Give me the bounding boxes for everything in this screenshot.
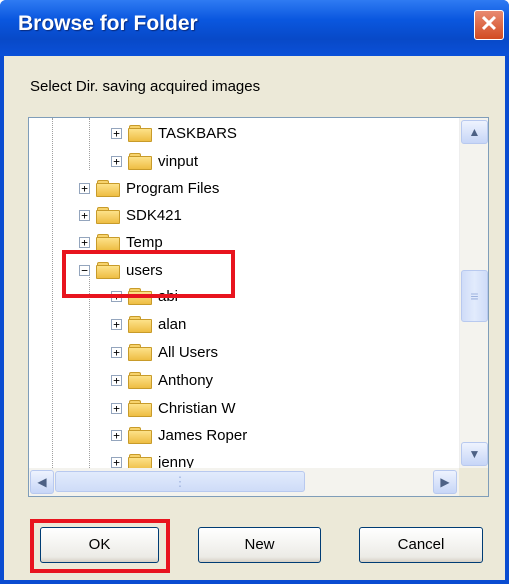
vertical-scrollbar[interactable]: ▲ ≡ ▼: [459, 118, 488, 468]
tree-item[interactable]: + All Users: [111, 339, 218, 365]
collapse-icon[interactable]: −: [79, 264, 90, 276]
cancel-button[interactable]: Cancel: [359, 527, 483, 563]
ok-button[interactable]: OK: [40, 527, 159, 563]
expand-icon[interactable]: +: [79, 182, 90, 194]
folder-icon: [96, 180, 120, 197]
expand-icon[interactable]: +: [111, 429, 122, 441]
tree-item-label[interactable]: users: [126, 262, 163, 279]
tree-line: [52, 118, 53, 468]
tree-item[interactable]: + abi: [111, 283, 178, 309]
grip-icon: ≡: [470, 288, 479, 304]
tree-item[interactable]: + Program Files: [79, 175, 219, 201]
tree-item[interactable]: + vinput: [111, 148, 198, 174]
expand-icon[interactable]: +: [79, 209, 90, 221]
expand-icon[interactable]: +: [79, 236, 90, 248]
horizontal-scroll-thumb[interactable]: ⋮: [55, 471, 305, 492]
folder-icon: [128, 316, 152, 333]
scroll-down-button[interactable]: ▼: [461, 442, 488, 466]
arrow-left-icon: ◀: [37, 475, 47, 489]
tree-line: [89, 118, 90, 170]
expand-icon[interactable]: +: [111, 155, 122, 167]
scroll-left-button[interactable]: ◀: [30, 470, 54, 494]
folder-icon: [96, 234, 120, 251]
grip-icon: ⋮: [173, 474, 187, 489]
tree-item[interactable]: + alan: [111, 311, 186, 337]
tree-item-label[interactable]: Anthony: [158, 372, 213, 389]
tree-item-label[interactable]: TASKBARS: [158, 125, 237, 142]
arrow-up-icon: ▲: [468, 125, 481, 139]
expand-icon[interactable]: +: [111, 402, 122, 414]
arrow-right-icon: ▶: [440, 475, 450, 489]
expand-icon[interactable]: +: [111, 318, 122, 330]
tree-item-users[interactable]: − users: [79, 257, 163, 283]
expand-icon[interactable]: +: [111, 374, 122, 386]
tree-item[interactable]: + Christian W: [111, 395, 236, 421]
title-bar[interactable]: Browse for Folder ✕: [0, 0, 509, 56]
scroll-up-button[interactable]: ▲: [461, 120, 488, 144]
expand-icon[interactable]: +: [111, 127, 122, 139]
scroll-corner: [459, 468, 488, 496]
open-folder-icon: [96, 262, 120, 279]
tree-item-label[interactable]: vinput: [158, 153, 198, 170]
folder-icon: [128, 153, 152, 170]
tree-item[interactable]: + Temp: [79, 229, 163, 255]
expand-icon[interactable]: +: [111, 346, 122, 358]
folder-icon: [128, 344, 152, 361]
expand-icon[interactable]: +: [111, 290, 122, 302]
scroll-right-button[interactable]: ▶: [433, 470, 457, 494]
tree-item-label[interactable]: abi: [158, 288, 178, 305]
close-button[interactable]: ✕: [474, 10, 504, 40]
tree-item[interactable]: + TASKBARS: [111, 120, 237, 146]
folder-icon: [128, 427, 152, 444]
tree-item-label[interactable]: Temp: [126, 234, 163, 251]
tree-item-label[interactable]: James Roper: [158, 427, 247, 444]
folder-icon: [128, 125, 152, 142]
arrow-down-icon: ▼: [468, 447, 481, 461]
folder-tree[interactable]: + TASKBARS + vinput + Program Files + SD…: [28, 117, 489, 497]
folder-icon: [128, 372, 152, 389]
new-folder-button[interactable]: New: [198, 527, 321, 563]
browse-for-folder-dialog: Browse for Folder ✕ Select Dir. saving a…: [0, 0, 509, 584]
tree-item[interactable]: + Anthony: [111, 367, 213, 393]
tree-line: [89, 275, 90, 468]
prompt-text: Select Dir. saving acquired images: [30, 78, 261, 95]
horizontal-scrollbar[interactable]: ◀ ⋮ ▶: [29, 468, 459, 496]
tree-item-label[interactable]: Program Files: [126, 180, 219, 197]
tree-item-label[interactable]: Christian W: [158, 400, 236, 417]
window-title: Browse for Folder: [18, 12, 198, 35]
close-icon: ✕: [479, 11, 499, 36]
vertical-scroll-thumb[interactable]: ≡: [461, 270, 488, 322]
tree-item-label[interactable]: All Users: [158, 344, 218, 361]
tree-item[interactable]: + SDK421: [79, 202, 182, 228]
tree-item-label[interactable]: alan: [158, 316, 186, 333]
tree-item-label[interactable]: SDK421: [126, 207, 182, 224]
folder-icon: [96, 207, 120, 224]
folder-icon: [128, 400, 152, 417]
expand-icon[interactable]: +: [111, 456, 122, 468]
folder-icon: [128, 288, 152, 305]
tree-item[interactable]: + James Roper: [111, 422, 247, 448]
